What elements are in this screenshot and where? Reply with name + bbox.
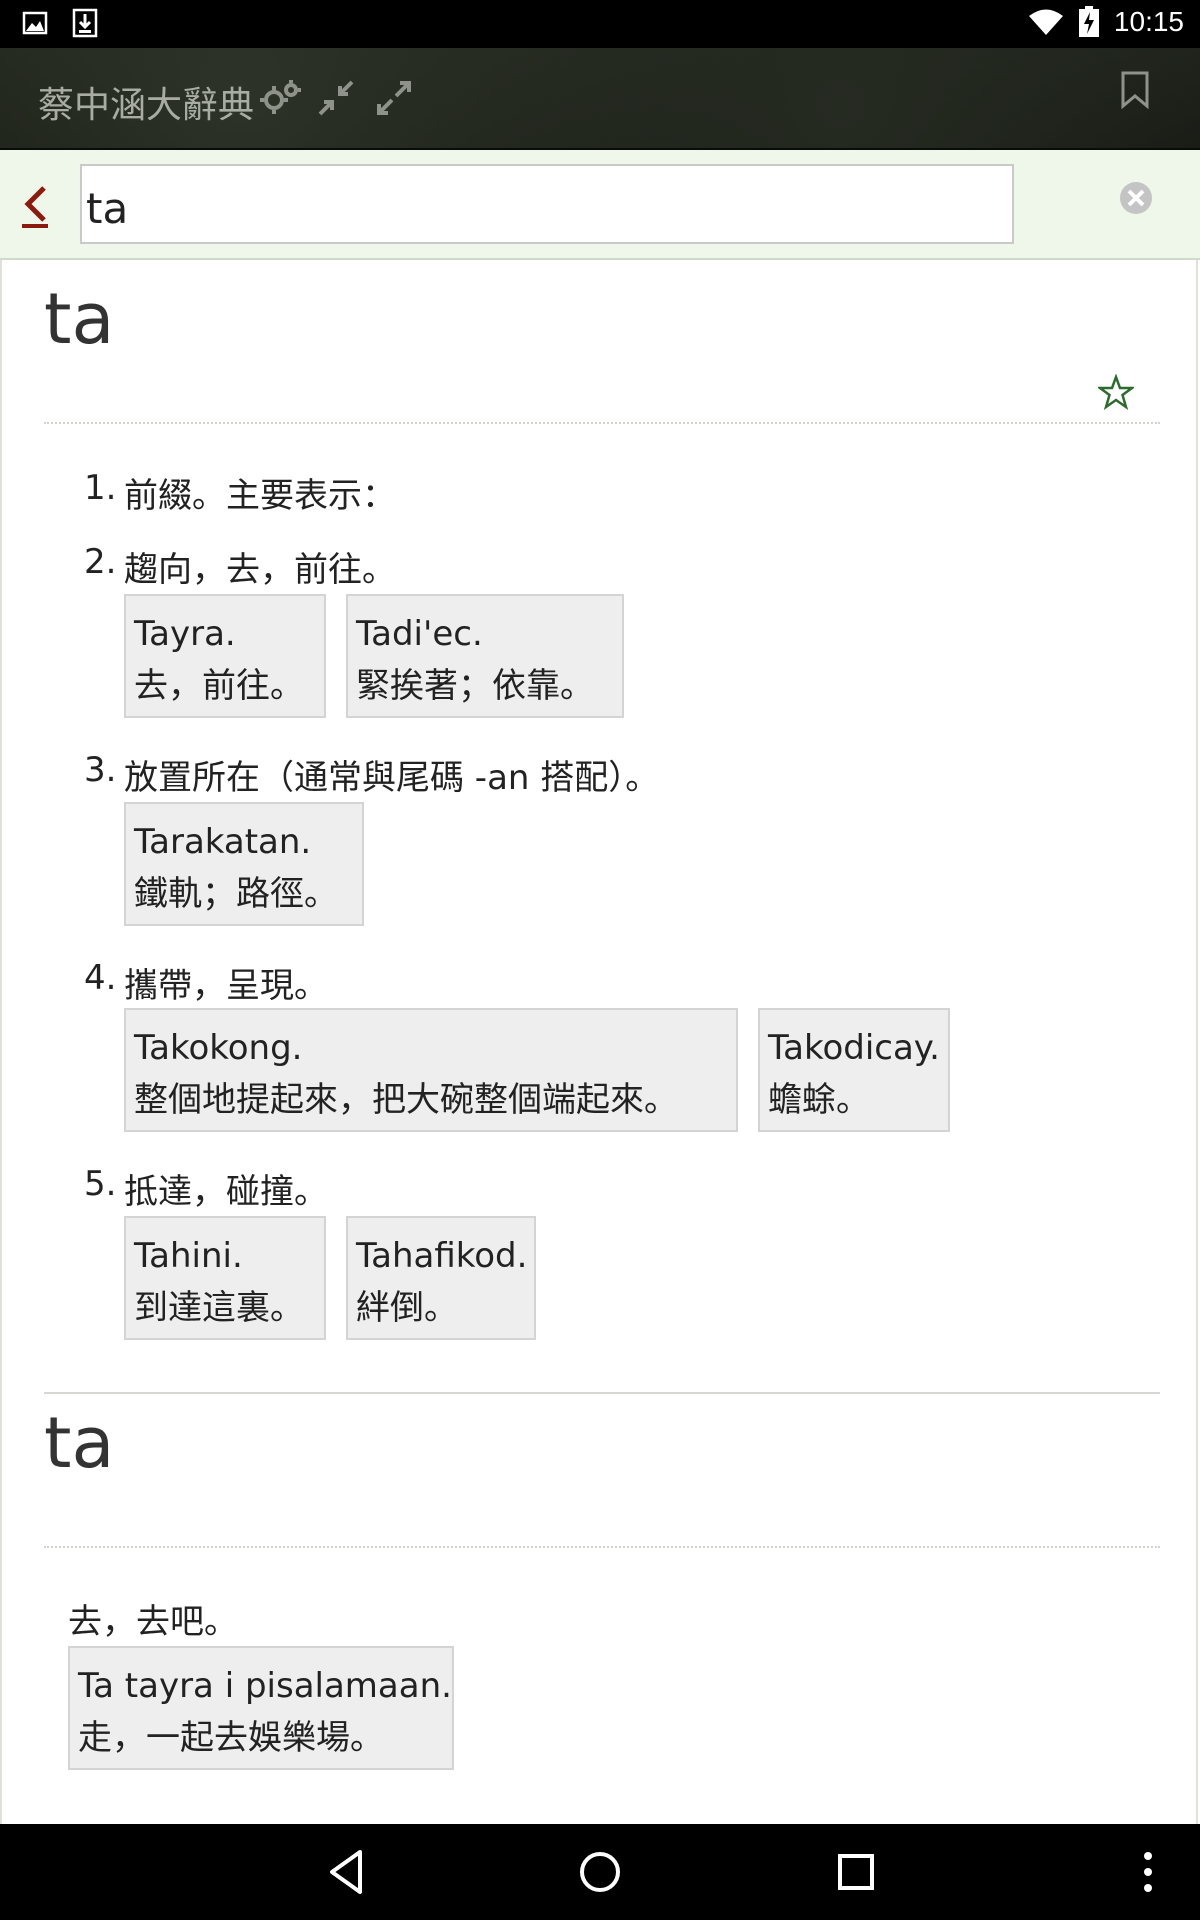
navigation-bar	[0, 1824, 1200, 1920]
example-box: Ta tayra i pisalamaan. 走，一起去娛樂場。	[68, 1646, 454, 1770]
image-icon	[22, 11, 48, 35]
status-bar: 10:15	[0, 0, 1200, 48]
example-box: Takokong. 整個地提起來，把大碗整個端起來。	[124, 1008, 738, 1132]
example-source: Tarakatan.	[134, 822, 312, 862]
definition-text: 趨向，去，前往。	[124, 550, 396, 590]
definition-text: 抵達，碰撞。	[124, 1172, 328, 1212]
example-box: Tayra. 去，前往。	[124, 594, 326, 718]
download-icon	[72, 8, 98, 38]
example-box: Takodicay. 蟾蜍。	[758, 1008, 950, 1132]
definition-text: 前綴。主要表示：	[124, 476, 396, 516]
app-title: 蔡中涵大辭典	[38, 85, 255, 126]
definition-text: 放置所在（通常與尾碼 -an 搭配）。	[124, 758, 660, 798]
example-source: Tayra.	[134, 614, 236, 654]
back-chevron-icon[interactable]	[18, 182, 54, 230]
definition-text: 去，去吧。	[68, 1602, 238, 1642]
example-source: Takodicay.	[768, 1028, 940, 1068]
definition-number: 5.	[84, 1164, 117, 1204]
example-source: Takokong.	[134, 1028, 303, 1068]
search-input[interactable]: ta	[80, 164, 1014, 244]
example-translation: 鐵軌；路徑。	[134, 874, 338, 914]
bookmark-icon[interactable]	[1120, 70, 1150, 110]
definition-number: 1.	[84, 468, 117, 508]
example-source: Tahini.	[134, 1236, 243, 1276]
example-translation: 到達這裏。	[134, 1288, 304, 1328]
example-source: Tahafikod.	[356, 1236, 528, 1276]
headword: ta	[44, 1402, 115, 1484]
definition-number: 3.	[84, 750, 117, 790]
example-box: Tahini. 到達這裏。	[124, 1216, 326, 1340]
wifi-icon	[1028, 9, 1063, 35]
definition-number: 2.	[84, 542, 117, 582]
definition-text: 攜帶，呈現。	[124, 966, 328, 1006]
battery-charging-icon	[1078, 6, 1099, 37]
clock: 10:15	[1113, 6, 1184, 37]
home-circle-icon[interactable]	[576, 1844, 624, 1900]
dictionary-content: ta 1. 前綴。主要表示： 2. 趨向，去，前往。 Tayra. 去，前往。 …	[0, 260, 1198, 1824]
search-bar: ta	[0, 150, 1200, 260]
example-translation: 去，前往。	[134, 666, 304, 706]
recents-square-icon[interactable]	[836, 1844, 876, 1900]
divider	[44, 422, 1160, 424]
definition-number: 4.	[84, 958, 117, 998]
expand-icon[interactable]	[376, 80, 412, 116]
star-outline-icon[interactable]	[1098, 374, 1134, 410]
example-translation: 走，一起去娛樂場。	[78, 1718, 384, 1758]
headword: ta	[44, 278, 115, 360]
example-translation: 緊挨著；依靠。	[356, 666, 594, 706]
clear-icon[interactable]	[1118, 180, 1154, 216]
overflow-menu-icon[interactable]	[1138, 1844, 1158, 1900]
app-bar: 蔡中涵大辭典	[0, 48, 1200, 150]
back-triangle-icon[interactable]	[326, 1844, 366, 1900]
example-translation: 絆倒。	[356, 1288, 458, 1328]
example-box: Tahafikod. 絆倒。	[346, 1216, 536, 1340]
settings-icon[interactable]	[258, 78, 302, 118]
example-box: Tarakatan. 鐵軌；路徑。	[124, 802, 364, 926]
collapse-icon[interactable]	[318, 80, 354, 116]
entry-separator	[44, 1392, 1160, 1394]
example-translation: 整個地提起來，把大碗整個端起來。	[134, 1080, 678, 1120]
example-source: Tadi'ec.	[356, 614, 483, 654]
example-translation: 蟾蜍。	[768, 1080, 870, 1120]
divider	[44, 1546, 1160, 1548]
example-source: Ta tayra i pisalamaan.	[78, 1666, 452, 1706]
example-box: Tadi'ec. 緊挨著；依靠。	[346, 594, 624, 718]
